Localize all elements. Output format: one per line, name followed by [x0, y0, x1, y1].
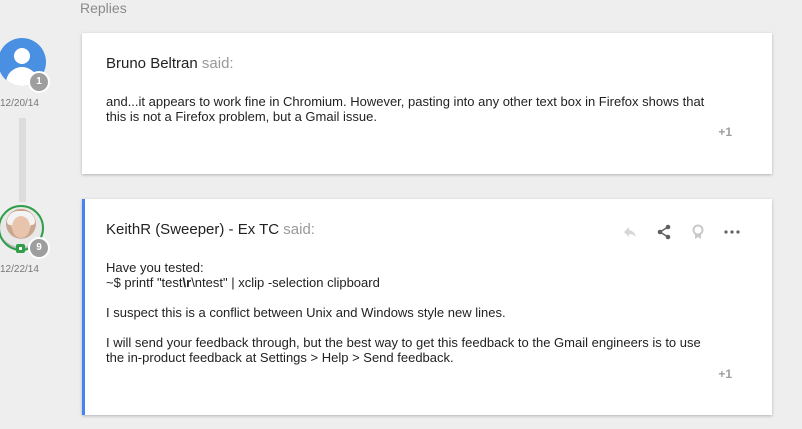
reply-date: 12/22/14 [0, 264, 39, 275]
reply-body-paragraph: I will send your feedback through, but t… [106, 335, 701, 365]
author-line: KeithR (Sweeper) - Ex TC said: [106, 221, 315, 238]
author-line: Bruno Beltran said: [106, 55, 234, 72]
code-line: ~$ printf "test\r\ntest" | xclip -select… [106, 275, 380, 290]
plus-one-button[interactable]: +1 [718, 367, 732, 381]
reply-body: and...it appears to work fine in Chromiu… [106, 94, 705, 124]
reply-date: 12/20/14 [0, 98, 39, 109]
reply-body: Have you tested: ~$ printf "test\r\ntest… [106, 260, 716, 290]
post-actions [620, 223, 742, 241]
rank-badge-icon [16, 244, 25, 253]
reply-card: Bruno Beltran said: and...it appears to … [82, 33, 772, 174]
said-label: said: [283, 221, 315, 238]
more-icon[interactable] [722, 223, 742, 241]
thread-timeline [19, 118, 26, 202]
post-count-badge: 9 [28, 237, 50, 259]
author-name[interactable]: Bruno Beltran [106, 55, 198, 72]
reply-icon[interactable] [620, 223, 640, 241]
award-icon[interactable] [688, 223, 708, 241]
author-name[interactable]: KeithR (Sweeper) - Ex TC [106, 221, 279, 238]
reply-body-paragraph: I suspect this is a conflict between Uni… [106, 305, 506, 320]
replies-heading: Replies [80, 0, 127, 16]
plus-one-button[interactable]: +1 [718, 125, 732, 139]
said-label: said: [201, 55, 234, 72]
reply-card: KeithR (Sweeper) - Ex TC said: Have you … [82, 199, 772, 415]
post-count-badge: 1 [28, 71, 50, 93]
body-line: Have you tested: [106, 260, 204, 275]
share-icon[interactable] [654, 223, 674, 241]
